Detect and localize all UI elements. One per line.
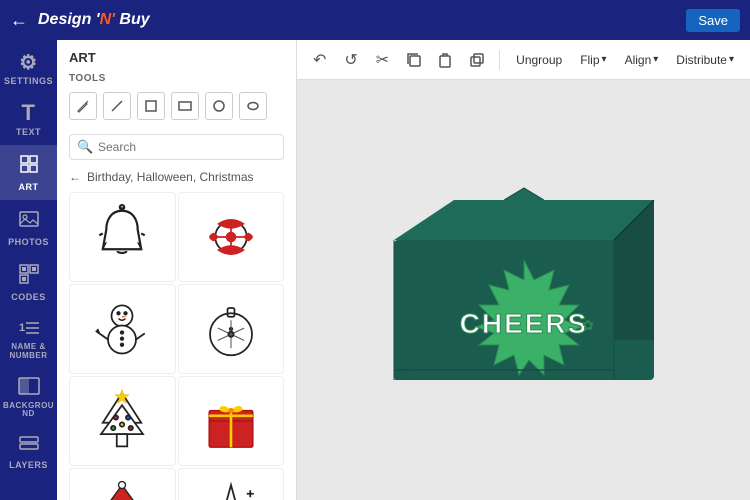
flip-button[interactable]: Flip▾	[574, 50, 612, 70]
undo-back-button[interactable]: ↶	[307, 46, 332, 74]
line-tool[interactable]	[103, 92, 131, 120]
sidebar-label-settings: SETTINGS	[4, 76, 53, 86]
art-item-christmas-ball[interactable]	[178, 284, 285, 374]
art-panel: ART TOOLS 🔍	[57, 40, 297, 500]
svg-text:CHEERS: CHEERS	[459, 308, 588, 339]
sidebar-label-text: TEXT	[16, 127, 41, 137]
art-panel-header: ART	[57, 40, 296, 69]
sidebar: ⚙ SETTINGS T TEXT ART PHOTOS CODES	[0, 40, 57, 500]
svg-text:1: 1	[19, 322, 26, 334]
rect-tool[interactable]	[137, 92, 165, 120]
layers-icon	[18, 435, 40, 457]
breadcrumb: ← Birthday, Halloween, Christmas	[57, 166, 296, 192]
search-container: 🔍	[57, 128, 296, 166]
art-item-star[interactable]	[178, 468, 285, 500]
settings-icon: ⚙	[19, 53, 37, 73]
paste-button[interactable]	[433, 46, 458, 74]
save-button[interactable]: Save	[686, 9, 740, 32]
art-icon	[18, 153, 40, 179]
cut-button[interactable]: ✂	[370, 46, 395, 74]
art-item-bell[interactable]	[69, 192, 176, 282]
ellipse-tool[interactable]	[205, 92, 233, 120]
sidebar-item-background[interactable]: BACKGROUND	[0, 369, 57, 428]
sidebar-item-name-number[interactable]: 1 NAME &NUMBER	[0, 310, 57, 369]
tools-label: TOOLS	[57, 69, 296, 88]
paste2-button[interactable]	[464, 46, 489, 74]
sidebar-label-background: BACKGROUND	[3, 402, 54, 420]
toolbar-divider	[499, 50, 500, 70]
back-button[interactable]: ←	[10, 10, 28, 31]
sidebar-label-layers: LAYERS	[9, 460, 48, 470]
breadcrumb-back-button[interactable]: ←	[69, 170, 81, 184]
logo: Design 'N' Buy	[38, 11, 150, 29]
search-icon: 🔍	[77, 139, 93, 155]
art-grid	[57, 192, 296, 500]
sidebar-label-art: ART	[19, 182, 39, 192]
sidebar-item-text[interactable]: T TEXT	[0, 94, 57, 145]
tools-row	[57, 88, 296, 128]
art-item-christmas-tree[interactable]	[69, 376, 176, 466]
pen-tool[interactable]	[69, 92, 97, 120]
art-item-christmas-bow[interactable]	[178, 192, 285, 282]
editor-area: ↶ ↺ ✂ Ungroup Flip▾ Align▾ Distribute▾	[297, 40, 750, 500]
undo-button[interactable]: ↺	[338, 46, 363, 74]
sidebar-item-codes[interactable]: CODES	[0, 255, 57, 310]
rect2-tool[interactable]	[171, 92, 199, 120]
copy-button[interactable]	[401, 46, 426, 74]
sidebar-item-settings[interactable]: ⚙ SETTINGS	[0, 45, 57, 94]
art-item-santa[interactable]	[69, 468, 176, 500]
codes-icon	[18, 263, 40, 289]
toolbar: ↶ ↺ ✂ Ungroup Flip▾ Align▾ Distribute▾	[297, 40, 750, 80]
sidebar-label-codes: CODES	[11, 292, 46, 302]
canvas-area: CHEERS ✿	[297, 80, 750, 500]
background-icon	[18, 377, 40, 399]
main-content: ⚙ SETTINGS T TEXT ART PHOTOS CODES	[0, 40, 750, 500]
top-bar: ← Design 'N' Buy Save	[0, 0, 750, 40]
sidebar-item-layers[interactable]: LAYERS	[0, 427, 57, 478]
name-number-icon: 1	[18, 318, 40, 340]
art-item-gift[interactable]	[178, 376, 285, 466]
ellipse2-tool[interactable]	[239, 92, 267, 120]
ungroup-button[interactable]: Ungroup	[510, 50, 568, 70]
text-icon: T	[22, 102, 36, 124]
art-item-snowman[interactable]	[69, 284, 176, 374]
sidebar-item-photos[interactable]: PHOTOS	[0, 200, 57, 255]
sidebar-item-art[interactable]: ART	[0, 145, 57, 200]
sidebar-label-photos: PHOTOS	[8, 237, 49, 247]
search-input[interactable]	[69, 134, 284, 160]
photos-icon	[18, 208, 40, 234]
box-preview: CHEERS ✿	[354, 180, 694, 400]
svg-text:✿: ✿	[582, 317, 594, 333]
align-button[interactable]: Align▾	[619, 50, 665, 70]
breadcrumb-text: Birthday, Halloween, Christmas	[87, 170, 254, 184]
sidebar-label-name-number: NAME &NUMBER	[9, 343, 47, 361]
distribute-button[interactable]: Distribute▾	[670, 50, 740, 70]
